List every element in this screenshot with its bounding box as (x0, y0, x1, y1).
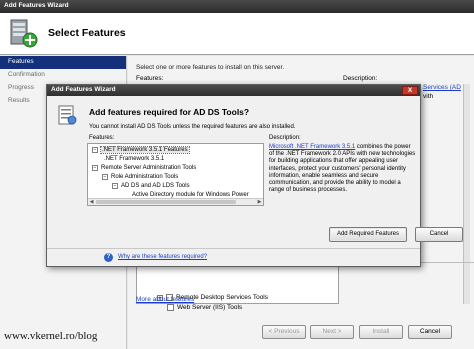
nav-item-features[interactable]: Features (0, 56, 126, 69)
why-required-link[interactable]: Why are these features required? (118, 254, 207, 260)
required-features-tree[interactable]: − .NET Framework 3.5.1 Features .NET Fra… (87, 143, 264, 206)
dialog-title: Add Features Wizard (51, 86, 116, 93)
help-icon: ? (104, 253, 113, 262)
feature-row[interactable]: Web Server (IIS) Tools (167, 304, 242, 311)
previous-button[interactable]: < Previous (262, 325, 306, 339)
scroll-left-icon[interactable]: ◀ (88, 199, 95, 205)
collapse-icon[interactable]: − (102, 174, 108, 180)
dialog-cancel-button[interactable]: Cancel (415, 227, 463, 242)
watermark: www.vkernel.ro/blog (4, 330, 98, 342)
dotnet-framework-link[interactable]: Microsoft .NET Framework 3.5.1 (269, 144, 355, 150)
page-title: Select Features (48, 27, 126, 39)
nav-item-confirmation[interactable]: Confirmation (0, 69, 126, 82)
close-button[interactable]: X (402, 86, 418, 95)
description-text: vith (423, 93, 434, 100)
tree-item[interactable]: − Role Administration Tools (102, 174, 178, 180)
tree-item[interactable]: .NET Framework 3.5.1 (104, 156, 164, 162)
dialog-features-label: Features: (89, 135, 115, 141)
add-required-features-button[interactable]: Add Required Features (329, 227, 407, 242)
scrollbar-thumb[interactable] (96, 200, 236, 204)
description-label: Description: (343, 75, 378, 82)
install-button[interactable]: Install (359, 325, 403, 339)
tree-item[interactable]: − .NET Framework 3.5.1 Features (92, 146, 190, 154)
features-dialog-icon (58, 105, 77, 125)
features-label: Features: (136, 75, 164, 82)
description-link[interactable]: Services (AD (423, 84, 461, 91)
description-scrollbar[interactable] (463, 84, 470, 304)
tree-item[interactable]: − AD DS and AD LDS Tools (112, 183, 190, 189)
tree-item-label: Role Administration Tools (111, 174, 179, 180)
outer-cancel-button[interactable]: Cancel (408, 325, 452, 339)
description-body: combines the power of the .NET Framework… (269, 144, 416, 194)
add-features-dialog: Add Features Wizard X Add features requi… (46, 84, 463, 267)
dialog-heading: Add features required for AD DS Tools? (89, 107, 250, 117)
feature-description: Microsoft .NET Framework 3.5.1 combines … (269, 144, 417, 194)
instruction-text: Select one or more features to install o… (136, 64, 285, 71)
tree-item-label: Remote Server Administration Tools (101, 165, 197, 171)
dialog-divider (47, 248, 420, 249)
tree-item-label: AD DS and AD LDS Tools (121, 183, 190, 189)
server-features-icon (10, 19, 38, 48)
tree-horizontal-scrollbar[interactable]: ◀ ▶ (88, 198, 263, 205)
tree-item-label: .NET Framework 3.5.1 (104, 156, 165, 162)
outer-window-title: Add Features Wizard (0, 0, 474, 13)
collapse-icon[interactable]: − (92, 165, 98, 171)
scroll-right-icon[interactable]: ▶ (256, 199, 263, 205)
next-button[interactable]: Next > (310, 325, 354, 339)
wizard-header: Select Features (0, 13, 474, 55)
feature-label: Web Server (IIS) Tools (177, 304, 243, 311)
dialog-description-label: Description: (269, 135, 301, 141)
feature-checkbox[interactable] (167, 304, 174, 311)
dialog-titlebar: Add Features Wizard X (47, 85, 420, 96)
collapse-icon[interactable]: − (112, 183, 118, 189)
tree-item-label: .NET Framework 3.5.1 Features (100, 146, 190, 154)
more-about-features-link[interactable]: More about features (136, 296, 194, 303)
collapse-icon[interactable]: − (92, 147, 98, 153)
dialog-message: You cannot install AD DS Tools unless th… (89, 124, 296, 130)
tree-item[interactable]: − Remote Server Administration Tools (92, 165, 196, 171)
